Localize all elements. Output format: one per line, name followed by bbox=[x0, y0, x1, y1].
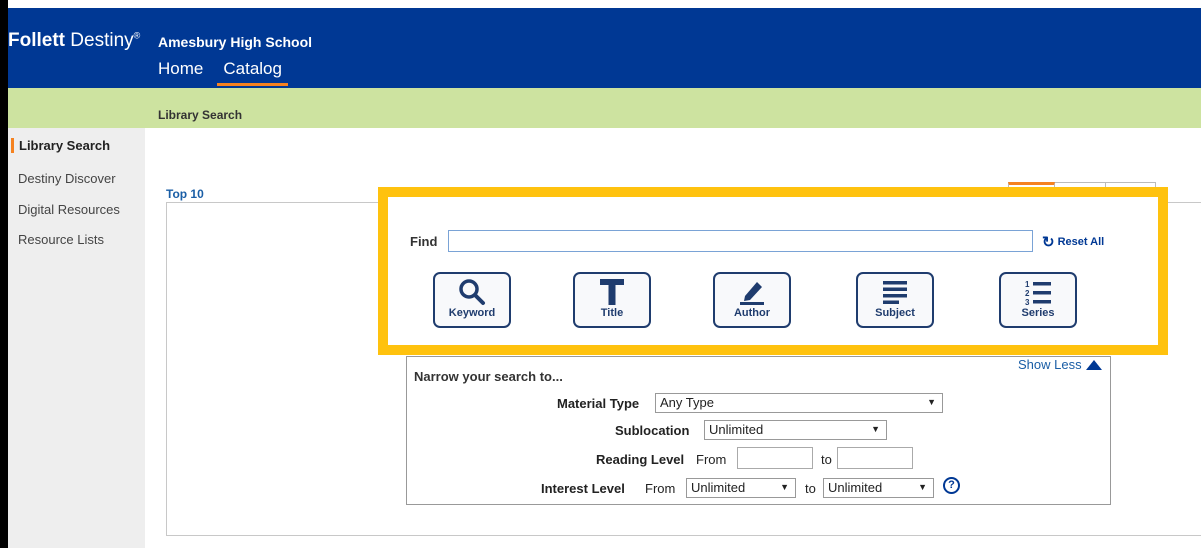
subject-search-button[interactable]: Subject bbox=[856, 272, 934, 328]
title-button-label: Title bbox=[600, 307, 624, 319]
series-search-button[interactable]: 1 2 3 Series bbox=[999, 272, 1077, 328]
pen-icon bbox=[740, 282, 764, 305]
brand-registered-mark: ® bbox=[133, 30, 141, 41]
school-name: Amesbury High School bbox=[158, 34, 313, 50]
material-type-value: Any Type bbox=[660, 395, 714, 410]
title-t-icon bbox=[600, 279, 624, 305]
dropdown-arrow-icon: ▼ bbox=[918, 482, 927, 492]
dropdown-arrow-icon: ▼ bbox=[927, 397, 936, 407]
show-less-link[interactable]: Show Less bbox=[1018, 357, 1102, 372]
subject-button-label: Subject bbox=[875, 307, 915, 319]
sidebar-item-destiny-discover[interactable]: Destiny Discover bbox=[18, 171, 116, 186]
interest-level-from-select[interactable]: Unlimited ▼ bbox=[686, 478, 796, 498]
interest-to-value: Unlimited bbox=[828, 480, 883, 495]
interest-level-to-select[interactable]: Unlimited ▼ bbox=[823, 478, 934, 498]
interest-from-label: From bbox=[645, 481, 676, 496]
magnifier-icon bbox=[459, 279, 485, 305]
top10-link[interactable]: Top 10 bbox=[166, 187, 204, 201]
page-left-edge bbox=[0, 0, 8, 548]
interest-level-label: Interest Level bbox=[541, 481, 625, 496]
material-type-select[interactable]: Any Type ▼ bbox=[655, 393, 943, 413]
series-button-label: Series bbox=[1021, 307, 1055, 319]
author-search-button[interactable]: Author bbox=[713, 272, 791, 328]
sidebar-item-digital-resources[interactable]: Digital Resources bbox=[18, 202, 120, 217]
sublocation-value: Unlimited bbox=[709, 422, 764, 437]
nav-tab-home[interactable]: Home bbox=[158, 59, 209, 86]
title-search-button[interactable]: Title bbox=[573, 272, 651, 328]
sidebar: Library Search Destiny Discover Digital … bbox=[8, 128, 145, 548]
dropdown-arrow-icon: ▼ bbox=[871, 424, 880, 434]
narrow-title: Narrow your search to... bbox=[414, 369, 563, 384]
author-button-label: Author bbox=[733, 307, 771, 319]
reset-all-label: Reset All bbox=[1057, 236, 1105, 248]
svg-text:3: 3 bbox=[1025, 298, 1030, 307]
triangle-up-icon bbox=[1085, 360, 1102, 370]
reading-from-label: From bbox=[696, 452, 727, 467]
sidebar-item-library-search[interactable]: Library Search bbox=[11, 138, 110, 153]
reading-level-to-input[interactable] bbox=[837, 447, 913, 469]
material-type-label: Material Type bbox=[557, 396, 640, 411]
find-input[interactable] bbox=[448, 230, 1033, 252]
lines-icon bbox=[883, 281, 907, 304]
show-less-label: Show Less bbox=[1018, 357, 1082, 372]
main-nav: Home Catalog bbox=[158, 59, 296, 86]
interest-from-value: Unlimited bbox=[691, 480, 746, 495]
interest-to-label: to bbox=[805, 481, 816, 496]
dropdown-arrow-icon: ▼ bbox=[780, 482, 789, 492]
help-icon[interactable]: ? bbox=[943, 477, 960, 494]
subheader-title: Library Search bbox=[158, 108, 243, 122]
svg-text:2: 2 bbox=[1025, 289, 1030, 298]
keyword-search-button[interactable]: Keyword bbox=[433, 272, 511, 328]
sublocation-label: Sublocation bbox=[615, 423, 690, 438]
brand-logo[interactable]: Follett Destiny® bbox=[8, 30, 140, 52]
reading-to-label: to bbox=[821, 452, 832, 467]
nav-tab-catalog[interactable]: Catalog bbox=[217, 59, 288, 86]
reset-all-link[interactable]: ↻ Reset All bbox=[1042, 233, 1104, 251]
numbered-list-icon: 1 2 3 bbox=[1025, 280, 1051, 307]
find-label: Find bbox=[410, 234, 438, 249]
sidebar-item-resource-lists[interactable]: Resource Lists bbox=[18, 232, 104, 247]
subheader-bar: Library Search bbox=[8, 88, 1201, 128]
reading-level-label: Reading Level bbox=[596, 452, 685, 467]
refresh-icon: ↻ bbox=[1042, 234, 1055, 251]
keyword-button-label: Keyword bbox=[448, 307, 496, 319]
brand-light-text: Destiny bbox=[70, 30, 134, 51]
brand-bold-text: Follett bbox=[8, 30, 65, 51]
svg-text:1: 1 bbox=[1025, 280, 1030, 289]
page-top-edge bbox=[0, 0, 1201, 8]
sublocation-select[interactable]: Unlimited ▼ bbox=[704, 420, 887, 440]
highlight-frame bbox=[378, 187, 1168, 355]
reading-level-from-input[interactable] bbox=[737, 447, 813, 469]
